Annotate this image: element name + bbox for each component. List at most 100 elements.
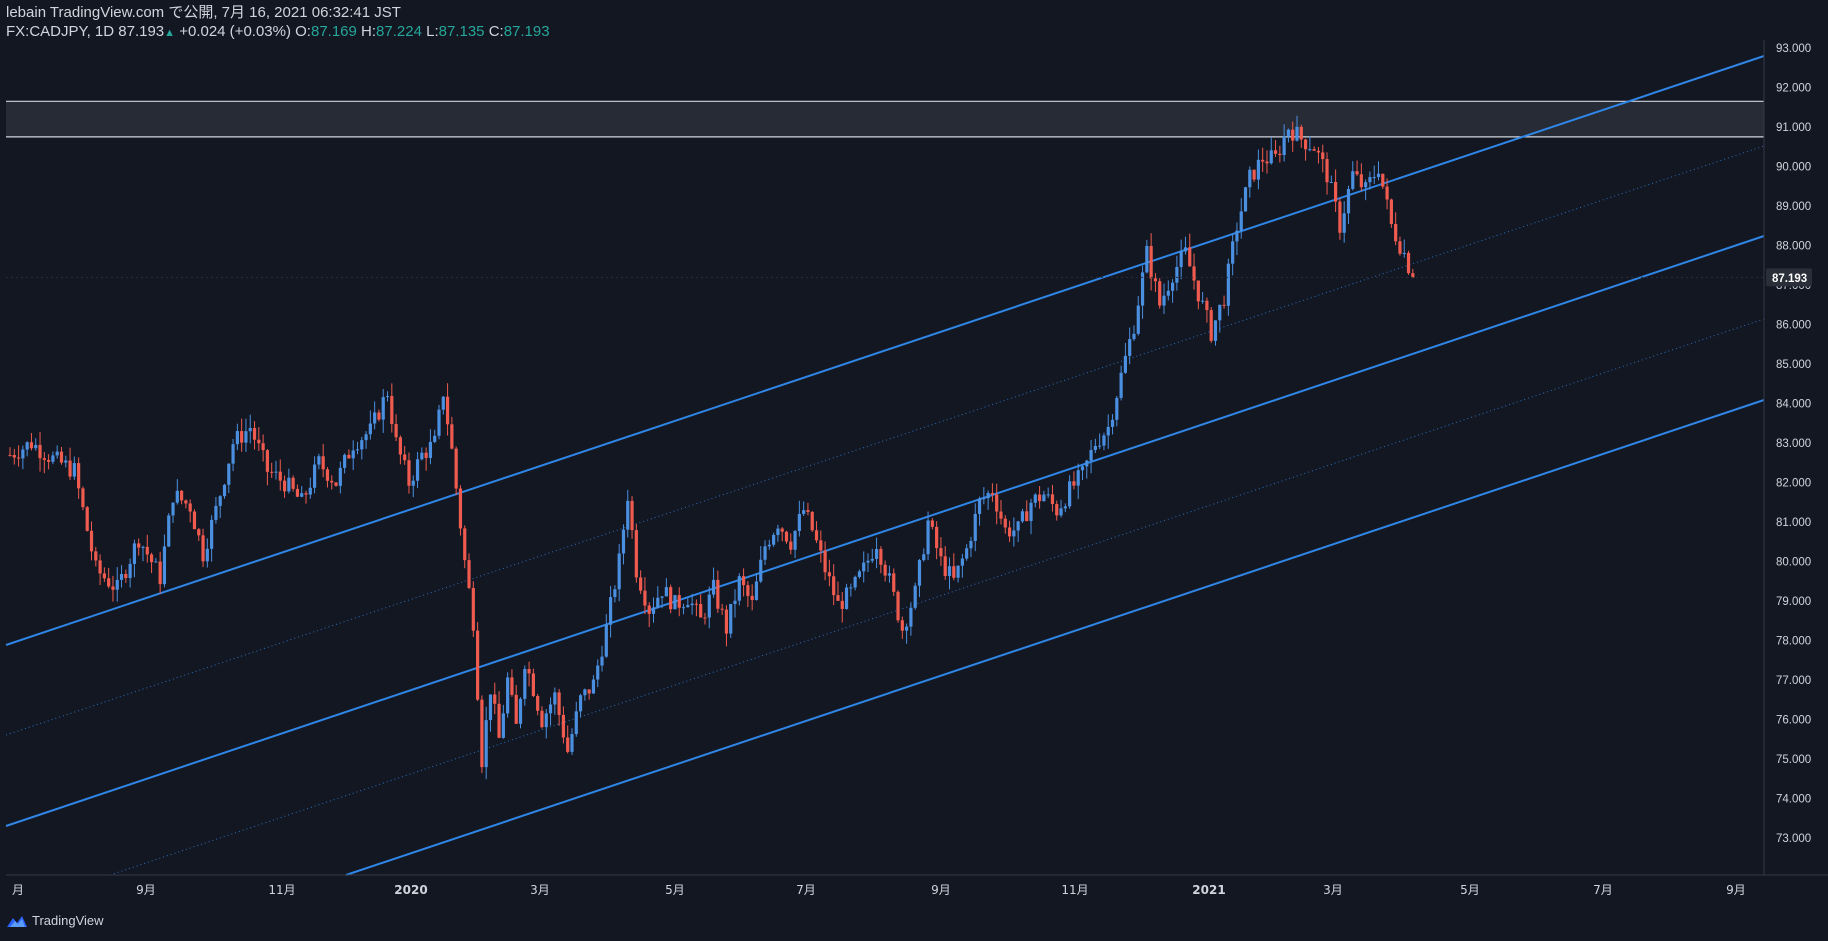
candle-body xyxy=(231,444,235,464)
candle-body xyxy=(836,595,840,601)
candle-body xyxy=(1321,152,1325,160)
candle-body xyxy=(1205,300,1209,311)
candle xyxy=(450,416,454,450)
candle-body xyxy=(1170,282,1175,291)
candle xyxy=(1286,128,1291,143)
candlesticks[interactable] xyxy=(8,115,1415,780)
candle-body xyxy=(1299,126,1303,140)
candle xyxy=(965,544,969,561)
candle xyxy=(1351,161,1355,191)
symbol-label[interactable]: FX:CADJPY, 1D xyxy=(6,23,114,40)
candle-body xyxy=(16,457,21,459)
candle-body xyxy=(1162,295,1166,306)
candle xyxy=(1252,169,1256,182)
candle xyxy=(34,438,38,451)
candle xyxy=(1080,464,1085,481)
candle-body xyxy=(922,554,926,561)
candle xyxy=(784,530,789,544)
candle-body xyxy=(321,456,325,470)
candle xyxy=(1248,166,1252,198)
candle-body xyxy=(42,458,46,460)
candle-body xyxy=(411,480,415,486)
open-value: 87.169 xyxy=(310,23,357,40)
candle-body xyxy=(334,482,338,486)
candle xyxy=(59,447,64,465)
candle xyxy=(1265,150,1269,174)
candle xyxy=(630,496,634,539)
candle xyxy=(458,485,463,536)
candle xyxy=(711,567,716,598)
candle xyxy=(1038,485,1042,509)
regression-channels[interactable] xyxy=(5,55,1765,876)
candle xyxy=(1132,325,1136,341)
y-tick-label: 84.000 xyxy=(1776,399,1811,411)
candle xyxy=(746,581,750,608)
candle-body xyxy=(1252,169,1256,180)
candle xyxy=(1192,253,1196,290)
candle xyxy=(415,451,420,489)
resistance-zone[interactable] xyxy=(6,100,1764,138)
candle xyxy=(81,486,85,511)
candle xyxy=(1183,236,1188,255)
candle-body xyxy=(325,469,330,481)
candle xyxy=(287,468,291,494)
candle xyxy=(935,521,939,560)
channel-line-2 xyxy=(345,399,1765,876)
candle-body xyxy=(1273,150,1278,154)
candle xyxy=(561,706,566,744)
price-chart[interactable]: 93.00092.00091.00090.00089.00088.00087.0… xyxy=(0,0,1828,941)
candle xyxy=(1256,149,1260,190)
candle xyxy=(312,456,317,494)
candle-body xyxy=(857,571,862,577)
candle xyxy=(1059,499,1063,518)
candle-body xyxy=(1201,300,1205,302)
x-tick-label: 2020 xyxy=(394,883,427,897)
ohlc-legend[interactable]: FX:CADJPY, 1D 87.193▲ +0.024 (+0.03%) O:… xyxy=(6,22,550,43)
candle xyxy=(1106,414,1110,449)
candle xyxy=(1196,280,1200,310)
candle-body xyxy=(887,573,892,576)
y-tick-label: 83.000 xyxy=(1776,438,1811,450)
candle xyxy=(115,567,119,602)
candle xyxy=(222,483,227,499)
x-tick-label: 3月 xyxy=(530,883,550,897)
x-tick-label: 月 xyxy=(12,883,24,897)
candle-body xyxy=(1342,213,1346,233)
candle-body xyxy=(926,520,930,555)
candle-body xyxy=(1248,169,1252,188)
candle-body xyxy=(1398,241,1402,254)
candle xyxy=(1269,137,1273,165)
candle-body xyxy=(952,566,956,578)
candle-body xyxy=(480,699,484,768)
candle-body xyxy=(390,396,394,425)
candle-body xyxy=(1256,159,1260,180)
candle xyxy=(750,584,754,611)
channel-line-1 xyxy=(5,235,1765,827)
candle-body xyxy=(291,477,295,489)
candle xyxy=(162,534,167,588)
candle-body xyxy=(819,540,823,551)
candle xyxy=(244,418,248,452)
candle-body xyxy=(351,450,355,459)
candle xyxy=(94,546,98,567)
candle-body xyxy=(1385,186,1389,200)
candle-body xyxy=(441,396,445,410)
candle-body xyxy=(1226,263,1230,306)
candle xyxy=(158,551,162,594)
tradingview-logo[interactable]: TradingView xyxy=(6,913,104,928)
candle-body xyxy=(574,711,578,735)
candle-body xyxy=(1406,252,1411,274)
candle-body xyxy=(741,576,746,586)
candle-body xyxy=(518,698,523,724)
candle-body xyxy=(248,428,252,432)
candle xyxy=(1188,233,1192,267)
last-price-label: 87.193 xyxy=(118,23,165,40)
high-value: 87.224 xyxy=(376,23,422,40)
candle xyxy=(1042,490,1046,502)
candle xyxy=(1329,175,1333,184)
candle-body xyxy=(210,519,214,549)
candle xyxy=(531,668,535,698)
candle xyxy=(42,452,46,474)
candle xyxy=(621,524,626,565)
candle-body xyxy=(1153,278,1158,282)
